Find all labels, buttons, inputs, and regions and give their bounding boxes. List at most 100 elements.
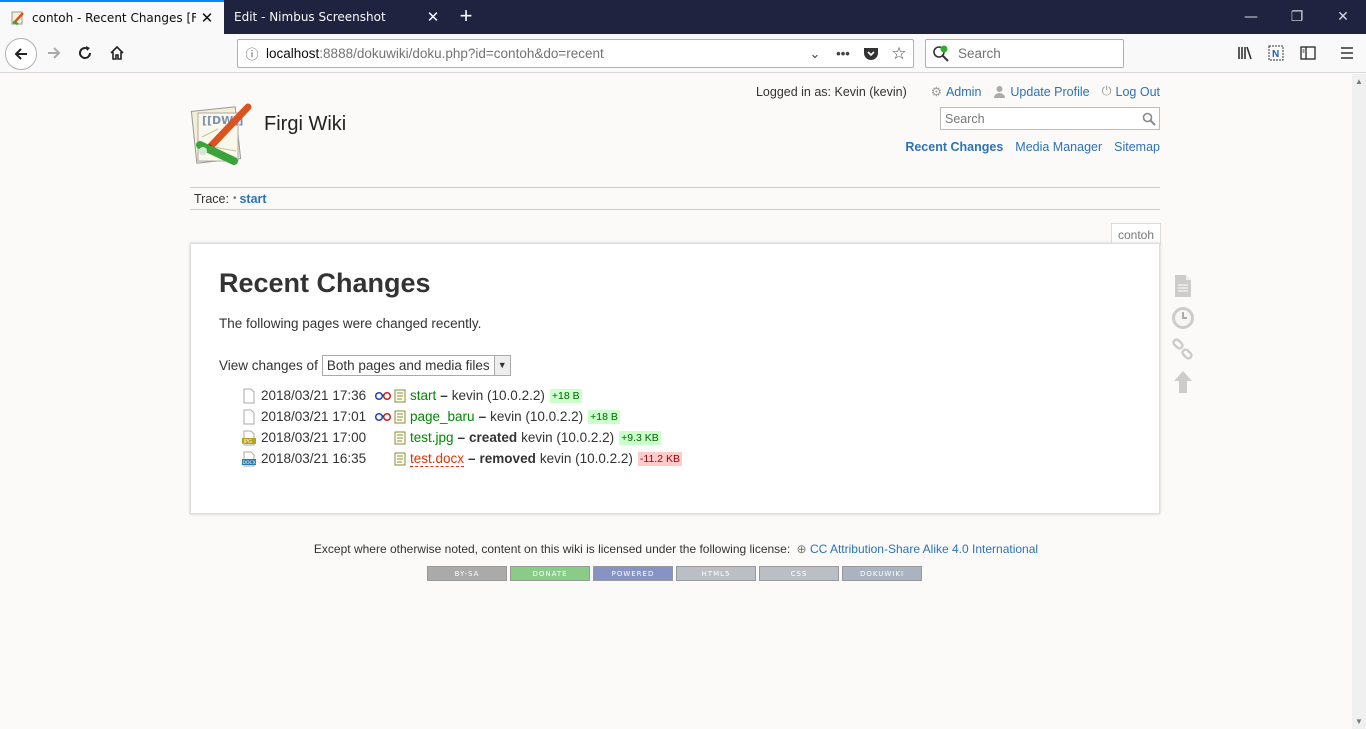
url-host: localhost: [266, 46, 320, 61]
back-button[interactable]: [5, 38, 37, 70]
hamburger-menu-icon[interactable]: [1332, 39, 1362, 67]
new-tab-button[interactable]: +: [452, 0, 480, 34]
page-title: Recent Changes: [219, 268, 431, 298]
site-tools: Recent Changes Media Manager Sitemap: [893, 140, 1160, 154]
revisions-icon[interactable]: [394, 431, 408, 445]
reload-button[interactable]: [70, 38, 100, 68]
change-summary: removed: [479, 451, 536, 466]
logout-link[interactable]: ⏻ Log Out: [1102, 84, 1160, 99]
backlinks-button[interactable]: [1170, 334, 1196, 366]
change-user: kevin (10.0.2.2): [539, 451, 633, 466]
power-icon: ⏻: [1101, 84, 1112, 98]
change-date: 2018/03/21 17:01: [261, 409, 367, 424]
chain-link-icon: [1172, 338, 1193, 360]
search-placeholder: Search: [958, 46, 1001, 61]
show-page-button[interactable]: [1170, 270, 1196, 302]
update-profile-link[interactable]: Update Profile: [993, 84, 1090, 99]
list-item: DOCX 2018/03/21 16:35 test.docx – remove…: [241, 448, 682, 469]
intro-text: The following pages were changed recentl…: [219, 316, 482, 331]
home-button[interactable]: [102, 38, 132, 68]
w3c-html5-badge[interactable]: HTML5: [676, 566, 756, 581]
trace-link-start[interactable]: start: [239, 192, 266, 206]
page-scrollbar[interactable]: ▲ ▼: [1352, 74, 1366, 729]
change-user: kevin (10.0.2.2): [521, 430, 615, 445]
change-dash: –: [468, 451, 476, 466]
url-bar[interactable]: ⓘ localhost:8888/dokuwiki/doku.php?id=co…: [237, 39, 914, 68]
search-icon[interactable]: [1139, 112, 1159, 126]
license-link[interactable]: CC Attribution-Share Alike 4.0 Internati…: [810, 542, 1038, 556]
scroll-down-icon[interactable]: ▼: [1355, 717, 1363, 726]
close-tab-icon[interactable]: ✕: [196, 9, 218, 27]
dokuwiki-logo[interactable]: [[DW]]: [188, 99, 256, 167]
gear-icon: ⚙: [930, 85, 942, 99]
recent-changes-link[interactable]: Recent Changes: [905, 140, 1003, 154]
svg-text:DOCX: DOCX: [243, 460, 256, 466]
old-revisions-button[interactable]: [1170, 302, 1196, 334]
browser-search-input[interactable]: Search: [925, 39, 1124, 68]
wiki-page: Logged in as: Kevin (kevin) ⚙ Admin Updat…: [0, 74, 1352, 729]
list-item: 2018/03/21 17:01 page_baru – kevin (10.0…: [241, 406, 682, 427]
change-user: kevin (10.0.2.2): [490, 409, 584, 424]
logout-label: Log Out: [1115, 84, 1160, 99]
dokuwiki-badge[interactable]: DOKUWIKI: [842, 566, 922, 581]
chevron-down-icon[interactable]: ⌄: [801, 42, 829, 66]
page-tools: [1170, 270, 1196, 398]
size-diff-badge: +18 B: [549, 388, 582, 403]
view-changes-select[interactable]: Both pages and media files ▼: [321, 355, 511, 376]
restore-icon[interactable]: ❐: [1274, 0, 1320, 34]
wiki-search-input[interactable]: Search: [940, 107, 1160, 130]
logged-in-text: Logged in as: Kevin (kevin): [755, 84, 907, 99]
url-text[interactable]: localhost:8888/dokuwiki/doku.php?id=cont…: [266, 46, 801, 61]
change-dash: –: [457, 430, 466, 445]
list-item: JPG 2018/03/21 17:00 test.jpg – created …: [241, 427, 682, 448]
update-profile-label: Update Profile: [1010, 84, 1090, 99]
change-summary: created: [469, 430, 518, 445]
sidebar-icon[interactable]: [1293, 39, 1323, 67]
info-icon[interactable]: ⓘ: [238, 44, 266, 63]
library-icon[interactable]: [1230, 39, 1260, 67]
cc-by-sa-badge[interactable]: BY-SA: [427, 566, 507, 581]
docx-file-icon: DOCX: [242, 451, 256, 466]
page-file-icon: [243, 388, 255, 403]
wiki-title[interactable]: Firgi Wiki: [264, 113, 346, 136]
change-date: 2018/03/21 17:00: [261, 430, 367, 445]
change-page-link[interactable]: test.docx: [410, 451, 465, 467]
bookmark-star-icon[interactable]: ☆: [885, 42, 913, 66]
user-icon: [994, 86, 1006, 98]
revisions-icon[interactable]: [394, 452, 408, 466]
license-footer: Except where otherwise noted, content on…: [0, 542, 1352, 556]
admin-link[interactable]: ⚙ Admin: [930, 84, 982, 100]
close-tab-icon[interactable]: ✕: [422, 8, 444, 26]
donate-badge[interactable]: DONATE: [510, 566, 590, 581]
pocket-icon[interactable]: [857, 42, 885, 66]
scroll-up-icon[interactable]: ▲: [1355, 77, 1363, 86]
content-panel: Recent Changes The following pages were …: [190, 243, 1160, 514]
diff-glasses-icon[interactable]: [375, 412, 393, 422]
tab-strip: contoh - Recent Changes [Firgi ✕ Edit - …: [0, 0, 1366, 34]
svg-text:N: N: [1272, 49, 1279, 60]
tab-nimbus[interactable]: Edit - Nimbus Screenshot ✕: [224, 0, 450, 34]
close-window-icon[interactable]: ✕: [1320, 0, 1366, 34]
php-powered-badge[interactable]: POWERED: [593, 566, 673, 581]
change-page-link[interactable]: test.jpg: [410, 430, 454, 445]
change-page-link[interactable]: page_baru: [410, 409, 475, 424]
tab-recent-changes[interactable]: contoh - Recent Changes [Firgi ✕: [0, 0, 224, 34]
diff-glasses-icon[interactable]: [375, 391, 393, 401]
page-id[interactable]: contoh: [1111, 223, 1162, 245]
page-actions-icon[interactable]: •••: [829, 42, 857, 66]
sitemap-link[interactable]: Sitemap: [1114, 140, 1160, 154]
trace-separator: •: [232, 193, 237, 204]
revisions-icon[interactable]: [394, 389, 408, 403]
select-value: Both pages and media files: [326, 358, 490, 373]
change-page-link[interactable]: start: [410, 388, 436, 403]
back-to-top-button[interactable]: [1170, 366, 1196, 398]
nimbus-extension-icon[interactable]: N: [1261, 39, 1291, 67]
w3c-css-badge[interactable]: CSS: [759, 566, 839, 581]
search-icon: [933, 45, 949, 62]
forward-button[interactable]: [39, 38, 69, 68]
minimize-icon[interactable]: —: [1228, 0, 1274, 34]
breadcrumb: Trace: • start: [190, 187, 1160, 210]
media-manager-link[interactable]: Media Manager: [1015, 140, 1102, 154]
revisions-icon[interactable]: [394, 410, 408, 424]
wiki-search-placeholder: Search: [945, 111, 985, 126]
